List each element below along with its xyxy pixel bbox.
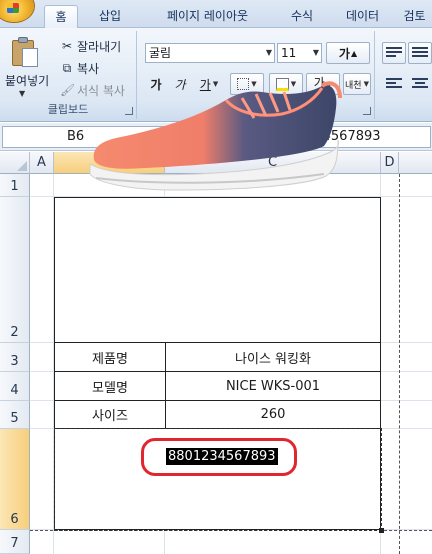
copy-label: 복사 (77, 61, 100, 76)
grow-font-label: 가 (338, 46, 350, 61)
align-left-button[interactable] (382, 73, 406, 95)
cut-button[interactable]: ✂ 잘라내기 (60, 37, 121, 55)
font-name-select[interactable]: 굴림 ▼ (145, 43, 275, 63)
column-header-d[interactable]: D (381, 152, 399, 174)
select-all-button[interactable] (0, 152, 30, 174)
row-header-5[interactable]: 5 (0, 401, 30, 429)
value-cell-model[interactable]: NICE WKS-001 (165, 371, 381, 401)
selection-outline (54, 428, 382, 531)
tab-insert[interactable]: 삽입 (90, 5, 130, 28)
chevron-down-icon: ▼ (363, 80, 369, 88)
copy-icon: ⧉ (62, 60, 72, 75)
row-header-2[interactable]: 2 (0, 197, 30, 343)
ribbon-tab-bar: 홈 삽입 페이지 레이아웃 수식 데이터 검토 (0, 0, 432, 28)
grow-font-button[interactable]: 가 ▲ (326, 42, 370, 64)
font-size-value: 11 (281, 46, 297, 60)
tab-formulas[interactable]: 수식 (282, 5, 322, 28)
chevron-down-icon: ▼ (265, 48, 272, 57)
align-left-icon (386, 78, 402, 90)
grow-font-arrow-icon: ▲ (350, 48, 358, 58)
cut-label: 잘라내기 (77, 39, 122, 54)
page-break-vertical (399, 174, 400, 554)
font-launcher-icon[interactable] (363, 107, 371, 115)
align-middle-icon (412, 47, 428, 59)
scissors-icon: ✂ (61, 39, 73, 53)
tab-data[interactable]: 데이터 (335, 5, 390, 28)
align-middle-button[interactable] (408, 42, 432, 64)
label-cell-model[interactable]: 모델명 (54, 371, 166, 401)
align-top-button[interactable] (382, 42, 406, 64)
label-cell-size[interactable]: 사이즈 (54, 400, 166, 429)
paste-button[interactable]: 붙여넣기 (5, 72, 49, 89)
phonetic-button[interactable]: 내천 ▼ (343, 73, 371, 95)
brush-icon: 🖌 (60, 83, 76, 97)
row-header-3[interactable]: 3 (0, 343, 30, 372)
label-cell-product-name[interactable]: 제품명 (54, 342, 166, 372)
paste-dropdown-icon[interactable]: ▼ (19, 89, 25, 98)
office-button-icon[interactable] (0, 0, 34, 22)
font-size-select[interactable]: 11 ▼ (277, 43, 322, 63)
align-center-button[interactable] (408, 73, 432, 95)
column-header-e[interactable] (399, 152, 432, 174)
row-header-1[interactable]: 1 (0, 174, 30, 197)
row-header-7[interactable]: 7 (0, 530, 30, 554)
align-center-icon (412, 78, 428, 90)
value-cell-product-name[interactable]: 나이스 워킹화 (165, 342, 381, 372)
paste-icon[interactable] (12, 37, 38, 67)
product-image-cell[interactable] (54, 197, 381, 343)
row-header-4[interactable]: 4 (0, 372, 30, 401)
tab-home[interactable]: 홈 (44, 5, 78, 28)
copy-button[interactable]: ⧉ 복사 (60, 59, 99, 77)
chevron-down-icon: ▼ (312, 48, 319, 57)
tab-review[interactable]: 검토 (397, 5, 432, 28)
phonetic-label: 내천 (345, 80, 362, 91)
value-cell-size[interactable]: 260 (165, 400, 381, 429)
column-header-a[interactable]: A (30, 152, 54, 174)
fill-handle[interactable] (379, 528, 384, 533)
tab-page-layout[interactable]: 페이지 레이아웃 (145, 5, 270, 28)
sneaker-image[interactable] (86, 78, 342, 200)
align-top-icon (386, 47, 402, 59)
font-name-value: 굴림 (149, 46, 172, 60)
alignment-group (376, 31, 432, 119)
row-header-6[interactable]: 6 (0, 429, 30, 530)
